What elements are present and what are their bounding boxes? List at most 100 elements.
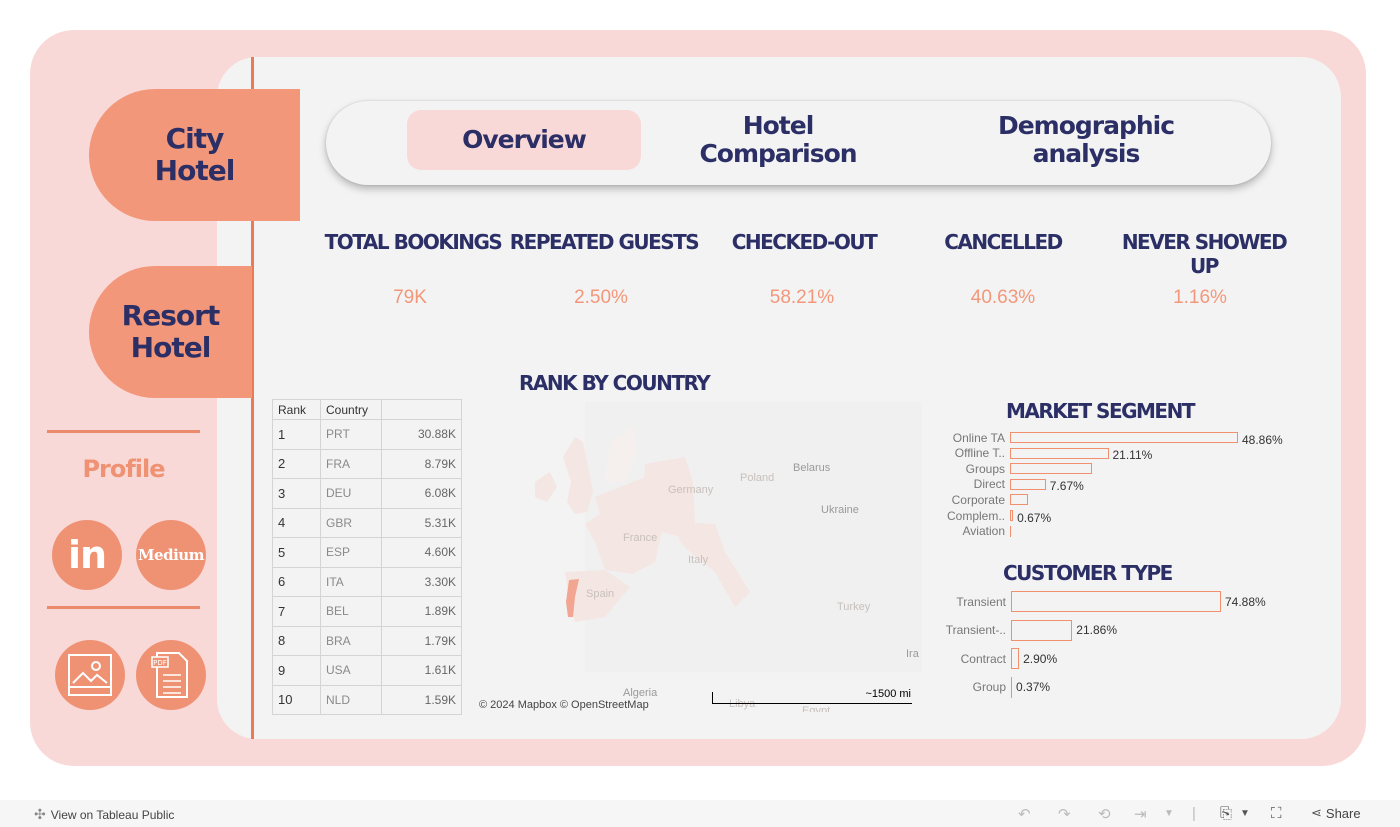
table-row[interactable]: 5 ESP 4.60K — [272, 537, 462, 568]
bar-value-label: 7.67% — [1049, 479, 1084, 494]
table-row[interactable]: 2 FRA 8.79K — [272, 448, 462, 479]
medium-button[interactable]: Medium — [136, 520, 206, 590]
bar-value-label: 21.86% — [1076, 623, 1117, 637]
city-hotel-button[interactable]: City Hotel — [89, 89, 300, 221]
share-button[interactable]: ⋖ Share — [1311, 805, 1361, 821]
kpi-never-showed-value: 1.16% — [1173, 287, 1227, 308]
bar-value-label: 0.67% — [1017, 510, 1052, 525]
tableau-toolbar: ✣ View on Tableau Public ↶ ↷ ⟲ ⇥ ▼ | ⎘ ▼… — [0, 800, 1400, 827]
svg-text:PDF: PDF — [153, 659, 167, 667]
bookings-cell: 8.79K — [381, 448, 462, 479]
bar[interactable] — [1010, 447, 1109, 459]
bar-value-label: 0.37% — [1016, 680, 1051, 694]
country-cell: ITA — [320, 566, 382, 597]
kpi-checked-out-value: 58.21% — [769, 287, 835, 308]
rank-cell: 7 — [272, 596, 321, 627]
country-cell: BEL — [320, 596, 382, 627]
tab-hotel-comparison[interactable]: Hotel Comparison — [680, 110, 876, 170]
map-label-algeria: Algeria — [623, 687, 658, 699]
bookings-cell: 3.30K — [381, 566, 462, 597]
bar-category-label: Group — [972, 680, 1006, 694]
kpi-total-bookings-value: 79K — [393, 287, 427, 308]
map-label-turkey: Turkey — [837, 601, 871, 613]
table-row[interactable]: 10 NLD 1.59K — [272, 684, 462, 715]
country-cell: ESP — [320, 537, 382, 568]
bar[interactable] — [1010, 525, 1012, 537]
table-row[interactable]: 8 BRA 1.79K — [272, 625, 462, 656]
bar[interactable] — [1011, 619, 1073, 641]
rank-by-country-title: RANK BY COUNTRY — [519, 371, 711, 395]
city-hotel-label: City Hotel — [154, 122, 236, 187]
header-rank: Rank — [272, 399, 321, 420]
bar[interactable] — [1010, 478, 1046, 490]
country-cell: PRT — [320, 419, 382, 450]
rank-cell: 3 — [272, 478, 321, 509]
rank-cell: 5 — [272, 537, 321, 568]
country-map[interactable]: Germany Poland Belarus Ukraine France It… — [475, 402, 922, 712]
table-header-row: Rank Country — [272, 399, 462, 420]
market-segment-title: MARKET SEGMENT — [1006, 399, 1195, 423]
country-cell: FRA — [320, 448, 382, 479]
tableau-dashboard: City Hotel Resort Hotel Profile in Mediu… — [0, 0, 1400, 827]
bar[interactable] — [1010, 494, 1028, 506]
bar[interactable] — [1011, 676, 1013, 698]
bar[interactable] — [1011, 591, 1221, 612]
tab-demographic-analysis[interactable]: Demographic analysis — [980, 110, 1192, 170]
resort-hotel-button[interactable]: Resort Hotel — [89, 266, 252, 398]
bar[interactable] — [1010, 510, 1014, 521]
map-label-belarus: Belarus — [793, 462, 831, 474]
bar[interactable] — [1011, 648, 1020, 669]
table-row[interactable]: 6 ITA 3.30K — [272, 566, 462, 597]
pdf-document-button[interactable]: PDF — [136, 640, 206, 710]
kpi-checked-out-label: CHECKED-OUT — [731, 230, 878, 254]
customer-type-title: CUSTOMER TYPE — [1003, 561, 1173, 585]
bookings-cell: 1.59K — [381, 684, 462, 715]
revert-icon[interactable]: ⟲ — [1098, 805, 1111, 823]
map-label-italy: Italy — [688, 554, 709, 566]
kpi-repeated-guests-value: 2.50% — [574, 287, 628, 308]
refresh-icon[interactable]: ⇥ — [1134, 805, 1147, 823]
table-row[interactable]: 3 DEU 6.08K — [272, 478, 462, 509]
bar[interactable] — [1010, 463, 1092, 475]
pdf-icon: PDF — [151, 652, 188, 698]
fullscreen-icon[interactable]: ⛶ — [1271, 805, 1282, 822]
bar-category-label: Transient — [956, 594, 1006, 609]
bar-category-label: Transient-.. — [945, 623, 1006, 637]
rank-cell: 2 — [272, 448, 321, 479]
toolbar-separator: | — [1192, 805, 1196, 822]
header-country: Country — [320, 399, 382, 420]
download-icon[interactable]: ⎘ — [1220, 805, 1232, 822]
medium-icon: Medium — [137, 546, 205, 564]
undo-icon[interactable]: ↶ — [1018, 805, 1031, 823]
linkedin-button[interactable]: in — [52, 520, 122, 590]
rank-cell: 6 — [272, 566, 321, 597]
map-label-poland: Poland — [740, 472, 775, 484]
bar-category-label: Direct — [973, 477, 1005, 492]
country-cell: USA — [320, 655, 382, 686]
view-on-tableau-link[interactable]: ✣ View on Tableau Public — [34, 806, 174, 823]
table-row[interactable]: 4 GBR 5.31K — [272, 507, 462, 538]
bar[interactable] — [1010, 432, 1238, 443]
table-row[interactable]: 7 BEL 1.89K — [272, 596, 462, 627]
rank-cell: 1 — [272, 419, 321, 450]
profile-label: Profile — [82, 455, 165, 483]
bar-category-label: Corporate — [951, 492, 1005, 507]
refresh-dropdown-icon[interactable]: ▼ — [1164, 808, 1174, 819]
image-gallery-button[interactable] — [55, 640, 125, 710]
resort-hotel-label: Resort Hotel — [121, 299, 221, 364]
table-row[interactable]: 9 USA 1.61K — [272, 655, 462, 686]
bar-category-label: Offline T.. — [954, 446, 1005, 461]
bookings-cell: 1.89K — [381, 596, 462, 627]
bar-category-label: Online TA — [952, 430, 1005, 445]
share-label: Share — [1325, 805, 1361, 821]
map-label-egypt: Egypt — [802, 705, 831, 712]
sidebar-divider-2 — [47, 606, 200, 609]
redo-icon[interactable]: ↷ — [1058, 805, 1071, 823]
bookings-cell: 1.79K — [381, 625, 462, 656]
map-attribution[interactable]: © 2024 Mapbox © OpenStreetMap — [477, 699, 651, 711]
tab-overview[interactable]: Overview — [407, 110, 641, 170]
kpi-repeated-guests-label: REPEATED GUESTS — [509, 230, 700, 254]
download-dropdown-icon[interactable]: ▼ — [1240, 808, 1250, 819]
rank-table: Rank Country 1 PRT 30.88K 2 FRA 8.79K 3 DEU 6.08… — [272, 399, 462, 715]
table-row[interactable]: 1 PRT 30.88K — [272, 419, 462, 450]
